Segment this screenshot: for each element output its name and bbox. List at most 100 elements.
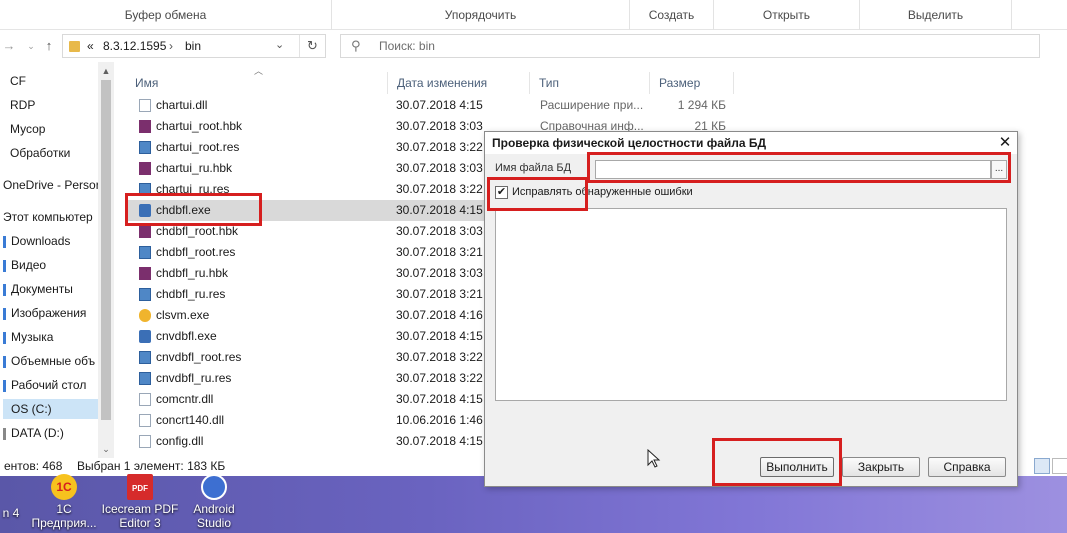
search-icon: ⚲ (351, 38, 361, 53)
breadcrumb-version[interactable]: 8.3.12.1595 (103, 39, 166, 53)
breadcrumb-overflow[interactable]: « (87, 39, 94, 53)
nav-item-3d-objects[interactable]: Объемные объ (3, 351, 101, 371)
file-hbk-icon (139, 162, 151, 175)
tiles-view-icon[interactable] (1052, 458, 1067, 474)
nav-item-label: OS (C:) (11, 402, 52, 416)
desktop-icon-label: 1С Предприя... (31, 502, 97, 530)
chevron-down-icon[interactable]: ⌄ (275, 38, 284, 51)
nav-item-label: Музыка (11, 330, 54, 344)
breadcrumb-separator: › (169, 39, 173, 53)
file-name: cnvdbfl_ru.res (156, 371, 232, 385)
nav-item-trash[interactable]: Мусор (10, 119, 108, 139)
file-date: 30.07.2018 4:15 (396, 203, 483, 217)
nav-item-processing[interactable]: Обработки (10, 143, 108, 163)
navigation-pane: CF RDP Мусор Обработки OneDrive - Persor… (0, 62, 114, 458)
column-size[interactable]: Размер (650, 72, 734, 94)
ribbon-group-new[interactable]: Создать (630, 0, 714, 30)
file-name: comcntr.dll (156, 392, 214, 406)
nav-item-label: Видео (11, 258, 47, 272)
file-date: 30.07.2018 4:15 (396, 392, 483, 406)
file-name: chartui_root.hbk (156, 119, 243, 133)
ribbon-group-clipboard[interactable]: Буфер обмена (0, 0, 332, 30)
ribbon-group-open[interactable]: Открыть (714, 0, 860, 30)
nav-item-label: Изображения (11, 306, 87, 320)
file-exe-icon (139, 330, 151, 343)
recent-locations-icon[interactable]: ⌄ (24, 37, 38, 55)
breadcrumb-bin[interactable]: bin (185, 39, 201, 53)
nav-item-this-pc[interactable]: Этот компьютер (3, 207, 101, 227)
nav-item-os-c[interactable]: OS (C:) (3, 399, 101, 419)
item-count: ентов: 468 (4, 459, 63, 473)
nav-item-label: Обработки (10, 146, 71, 160)
forward-icon[interactable]: → (2, 37, 16, 55)
nav-item-label: Этот компьютер (3, 210, 93, 224)
results-log[interactable] (495, 208, 1007, 401)
address-row: → ⌄ ↑ « 8.3.12.1595 › bin ⌄ ↻ ⚲ Поиск: b… (0, 30, 1067, 62)
drive-icon (3, 427, 6, 440)
nav-item-data-d[interactable]: DATA (D:) (3, 423, 101, 443)
help-button[interactable]: Справка (928, 457, 1006, 477)
column-date[interactable]: Дата изменения (388, 72, 530, 94)
file-date: 30.07.2018 4:15 (396, 329, 483, 343)
annotation-box-checkbox (487, 177, 588, 211)
ribbon-group-organize[interactable]: Упорядочить (332, 0, 630, 30)
file-date: 30.07.2018 3:22 (396, 350, 483, 364)
file-name: chdbfl_root.res (156, 245, 236, 259)
nav-item-desktop[interactable]: Рабочий стол (3, 375, 101, 395)
desktop-icon-label: Icecream PDF Editor 3 (101, 502, 179, 530)
nav-item-video[interactable]: Видео (3, 255, 101, 275)
ribbon: Буфер обмена Упорядочить Создать Открыть… (0, 0, 1067, 30)
file-row[interactable]: chartui.dll 30.07.2018 4:15 Расширение при… (126, 95, 736, 116)
file-ces-icon (139, 309, 151, 322)
file-doc-icon (139, 393, 151, 406)
scroll-down-icon[interactable]: ⌄ (98, 442, 114, 456)
nav-item-music[interactable]: Музыка (3, 327, 101, 347)
folder-marker-icon (3, 379, 6, 392)
file-date: 30.07.2018 3:03 (396, 266, 483, 280)
scroll-up-icon[interactable]: ▲ (98, 64, 114, 78)
nav-scrollbar[interactable]: ▲ ⌄ (98, 62, 114, 458)
ribbon-group-select[interactable]: Выделить (860, 0, 1012, 30)
file-date: 30.07.2018 4:16 (396, 308, 483, 322)
annotation-box-filename (587, 152, 1011, 183)
nav-item-label: RDP (10, 98, 36, 112)
file-res-icon (139, 288, 151, 301)
column-headers: Имя Дата изменения Тип Размер (126, 72, 736, 94)
file-type: Расширение при... (540, 98, 644, 112)
close-button[interactable]: Закрыть (842, 457, 920, 477)
nav-item-label: DATA (D:) (11, 426, 64, 440)
folder-marker-icon (3, 355, 6, 368)
nav-item-onedrive[interactable]: OneDrive - Persor (3, 175, 101, 195)
file-name: config.dll (156, 434, 204, 448)
search-box[interactable]: ⚲ Поиск: bin (340, 34, 1040, 58)
column-type[interactable]: Тип (530, 72, 650, 94)
nav-item-pictures[interactable]: Изображения (3, 303, 101, 323)
desktop-icon-1c[interactable]: 1С 1С Предприя... (30, 474, 98, 530)
nav-item-rdp[interactable]: RDP (10, 95, 108, 115)
search-placeholder: Поиск: bin (379, 39, 435, 53)
nav-item-documents[interactable]: Документы (3, 279, 101, 299)
details-view-icon[interactable] (1034, 458, 1050, 474)
file-date: 30.07.2018 3:22 (396, 371, 483, 385)
folder-marker-icon (3, 283, 6, 296)
file-res-icon (139, 372, 151, 385)
nav-item-label: OneDrive - Persor (3, 178, 100, 192)
file-res-icon (139, 351, 151, 364)
refresh-icon[interactable]: ↻ (299, 35, 325, 57)
up-icon[interactable]: ↑ (42, 37, 56, 55)
address-bar[interactable]: « 8.3.12.1595 › bin ⌄ ↻ (62, 34, 326, 58)
nav-item-cf[interactable]: CF (10, 71, 108, 91)
desktop-icon-icecream[interactable]: PDF Icecream PDF Editor 3 (100, 474, 180, 530)
nav-item-downloads[interactable]: Downloads (3, 231, 101, 251)
scrollbar-thumb[interactable] (101, 80, 111, 420)
close-icon[interactable]: ✕ (995, 133, 1015, 153)
file-name: chartui_ru.hbk (156, 161, 233, 175)
column-name[interactable]: Имя (126, 72, 388, 94)
nav-item-label: Документы (11, 282, 73, 296)
annotation-box-exe (125, 193, 262, 226)
desktop-icon-app[interactable]: n 4 (0, 506, 22, 520)
folder-icon (69, 41, 80, 52)
file-name-label: Имя файла БД (495, 162, 572, 174)
nav-item-label: CF (10, 74, 26, 88)
desktop-icon-android-studio[interactable]: Android Studio (184, 474, 244, 530)
